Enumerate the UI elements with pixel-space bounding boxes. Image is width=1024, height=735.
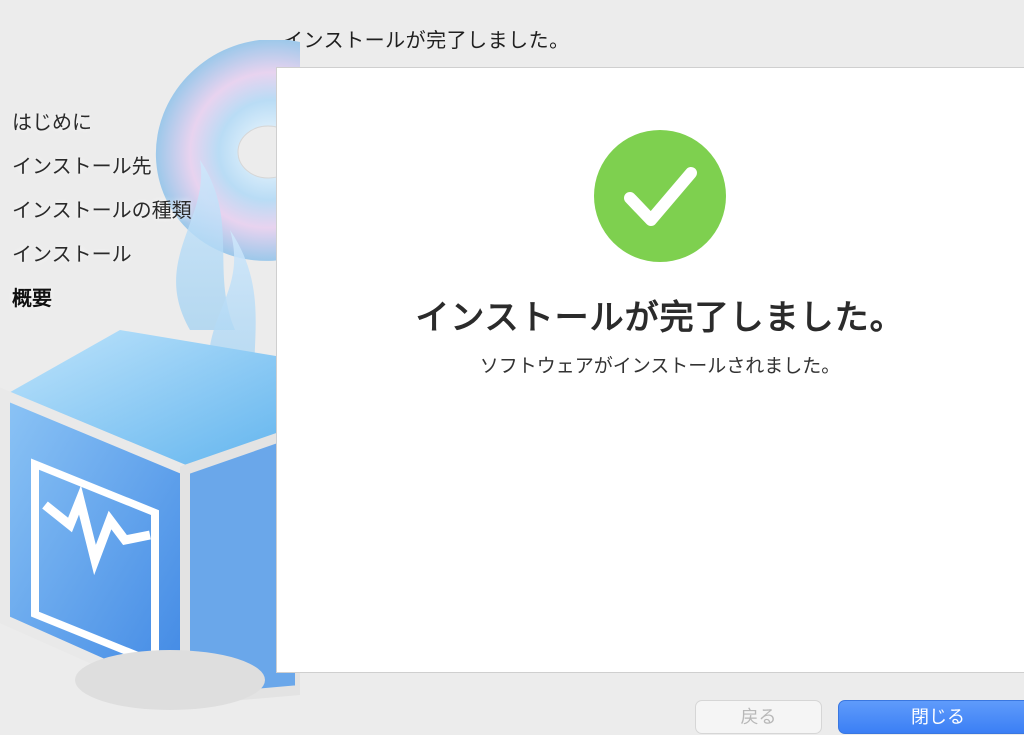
back-button[interactable]: 戻る (695, 700, 822, 734)
completion-message: ソフトウェアがインストールされました。 (479, 355, 841, 377)
installer-steps: はじめに インストール先 インストールの種類 インストール 概要 (12, 108, 192, 328)
window-title: インストールが完了しました。 (283, 28, 570, 52)
step-installation-type: インストールの種類 (12, 198, 192, 222)
content-panel: インストールが完了しました。 ソフトウェアがインストールされました。 (276, 67, 1024, 673)
completion-headline: インストールが完了しました。 (415, 298, 905, 338)
close-button[interactable]: 閉じる (838, 700, 1024, 734)
checkmark-icon (594, 130, 726, 262)
step-destination: インストール先 (12, 154, 152, 178)
step-introduction: はじめに (12, 110, 92, 134)
step-installation: インストール (12, 242, 132, 266)
step-summary: 概要 (12, 286, 52, 310)
